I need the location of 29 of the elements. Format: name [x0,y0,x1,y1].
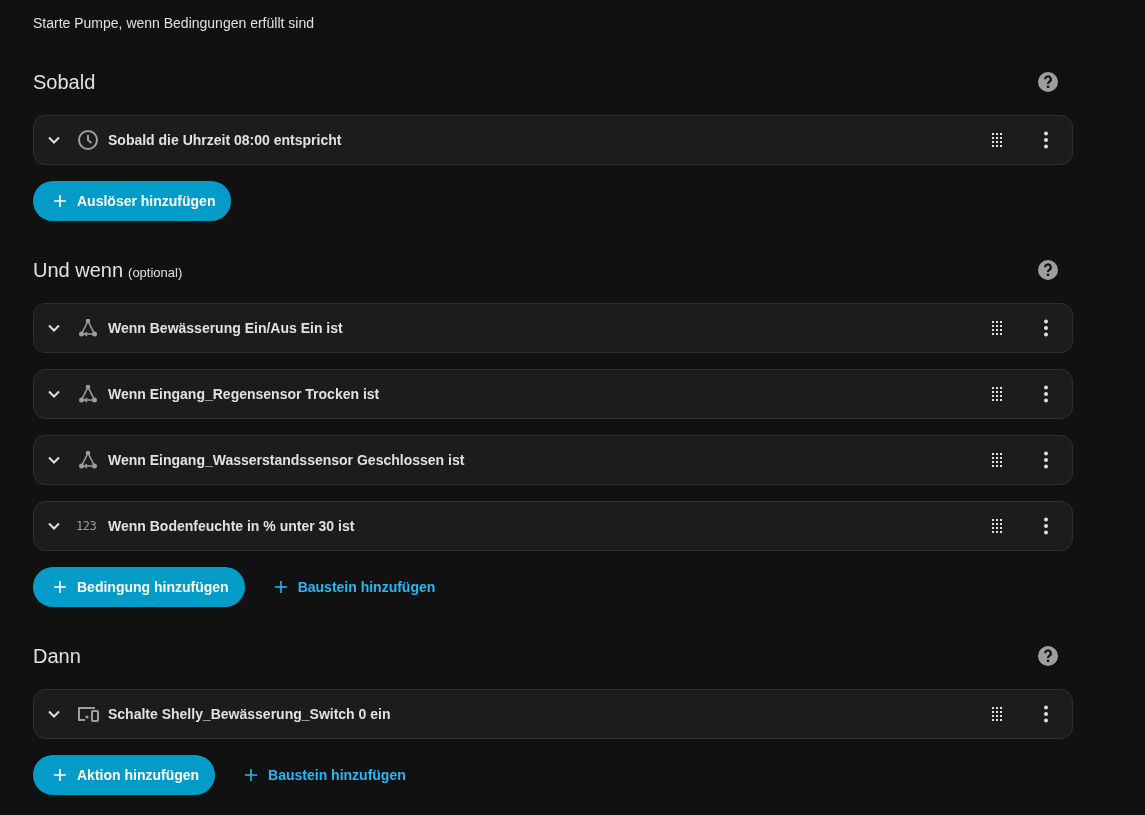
plus-icon [52,193,68,209]
section-heading: Und wenn [33,258,124,282]
help-icon[interactable] [1036,644,1060,668]
expandable-row[interactable]: Schalte Shelly_Bewässerung_Switch 0 ein [33,689,1073,739]
row-label: Wenn Bodenfeuchte in % unter 30 ist [108,518,355,534]
numeric-icon: 123 [76,519,100,533]
row-label: Schalte Shelly_Bewässerung_Switch 0 ein [108,706,391,722]
plus-icon [243,767,260,783]
clock-icon [76,128,100,152]
row-label: Wenn Eingang_Regensensor Trocken ist [108,386,380,402]
section-heading: Sobald [33,70,96,94]
expandable-row[interactable]: Wenn Eingang_Regensensor Trocken ist [33,369,1073,419]
expandable-row[interactable]: Sobald die Uhrzeit 08:00 entspricht [33,115,1073,165]
section-heading: Dann [33,644,81,668]
add-link-button[interactable]: Baustein hinzufügen [243,755,406,795]
expandable-row[interactable]: 123 Wenn Bodenfeuchte in % unter 30 ist [33,501,1073,551]
row-label: Wenn Bewässerung Ein/Aus Ein ist [108,320,343,336]
optional-note: (optional) [128,264,183,280]
help-icon[interactable] [1036,258,1060,282]
expandable-row[interactable]: Wenn Eingang_Wasserstandssensor Geschlossen ist [33,435,1073,485]
automation-description: Starte Pumpe, wenn Bedingungen erfüllt sind [33,14,315,33]
row-label: Wenn Eingang_Wasserstandssensor Geschlossen ist [108,452,465,468]
row-label: Sobald die Uhrzeit 08:00 entspricht [108,132,342,148]
help-icon[interactable] [1036,70,1060,94]
plus-icon [52,579,68,595]
plus-icon [272,579,289,595]
expandable-row[interactable]: Wenn Bewässerung Ein/Aus Ein ist [33,303,1073,353]
add-link-button[interactable]: Baustein hinzufügen [272,567,436,607]
plus-icon [52,767,68,783]
